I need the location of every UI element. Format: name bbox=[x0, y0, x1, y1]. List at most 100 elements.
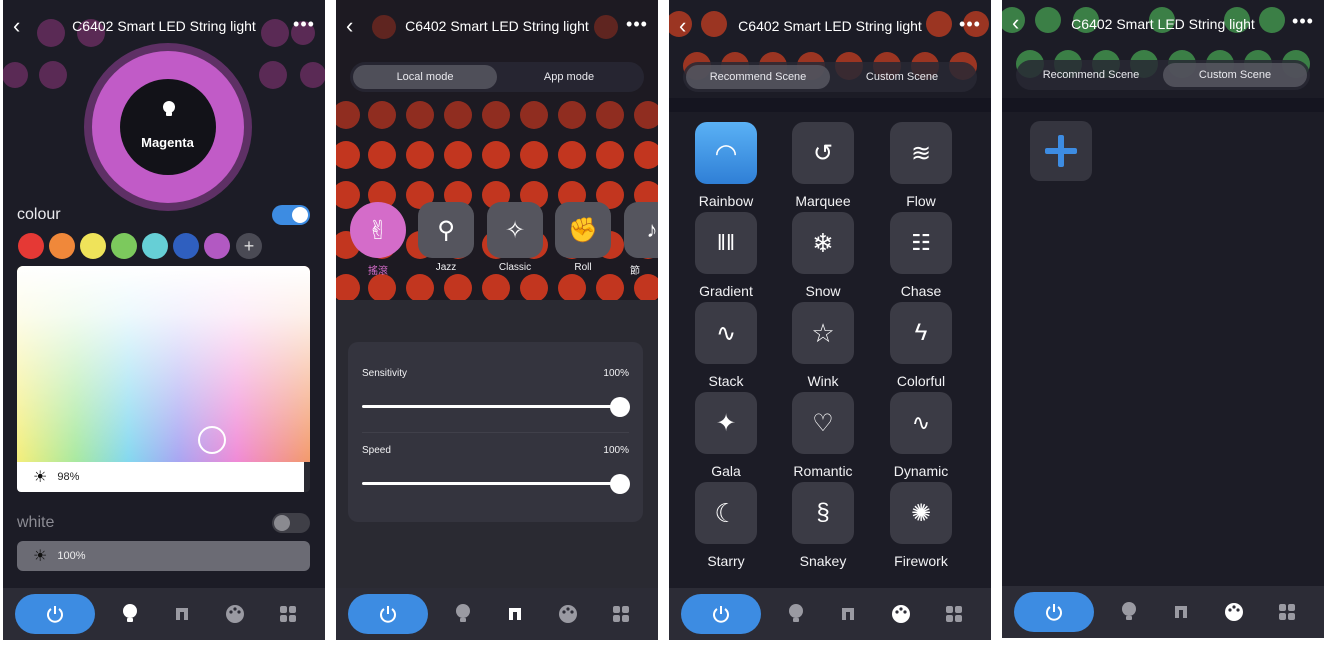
moon-stars-icon: ☾ bbox=[714, 497, 738, 528]
colour-brightness-slider[interactable]: ☀ 98% bbox=[17, 462, 304, 492]
scene-label: Romantic bbox=[793, 463, 853, 479]
bottom-tab-bar bbox=[1002, 586, 1324, 638]
genre-label: Classic bbox=[498, 262, 532, 273]
scene-label: Flow bbox=[906, 193, 936, 209]
swatch-orange[interactable] bbox=[49, 233, 75, 259]
power-button[interactable] bbox=[681, 594, 761, 634]
white-toggle[interactable] bbox=[272, 513, 310, 533]
scene-gala[interactable]: ✦ Gala bbox=[689, 392, 763, 479]
segment-recommend-scene[interactable]: Recommend Scene bbox=[686, 65, 830, 89]
marquee-icon: ↺ bbox=[812, 139, 834, 167]
jazz-dancer-icon: ⚲ bbox=[437, 216, 455, 244]
scene-stack[interactable]: ∿ Stack bbox=[689, 302, 763, 389]
gradient-icon: ‖‖ bbox=[716, 230, 736, 255]
segment-custom-scene[interactable]: Custom Scene bbox=[1163, 63, 1307, 87]
power-icon bbox=[47, 606, 63, 623]
sun-icon: ☀ bbox=[33, 548, 48, 565]
scene-label: Dynamic bbox=[893, 463, 949, 479]
scene-starry[interactable]: ☾ Starry bbox=[689, 482, 763, 569]
grid-icon[interactable] bbox=[609, 602, 633, 626]
bulb-icon[interactable] bbox=[118, 602, 142, 626]
more-icon[interactable]: ••• bbox=[626, 14, 648, 36]
music-icon[interactable] bbox=[1169, 600, 1193, 624]
genre-classic[interactable]: ✧ Classic bbox=[487, 202, 543, 273]
scene-romantic[interactable]: ♡ Romantic bbox=[786, 392, 860, 479]
segment-app-mode[interactable]: App mode bbox=[497, 65, 641, 89]
device-title: C6402 Smart LED String light bbox=[72, 18, 256, 34]
genre-label: Roll bbox=[574, 262, 592, 273]
power-button[interactable] bbox=[1014, 592, 1094, 632]
power-button[interactable] bbox=[348, 594, 428, 634]
scene-snow[interactable]: ❄ Snow bbox=[786, 212, 860, 299]
palette-icon[interactable] bbox=[889, 602, 913, 626]
segment-recommend-scene[interactable]: Recommend Scene bbox=[1019, 63, 1163, 87]
sensitivity-value: 100% bbox=[603, 368, 629, 379]
swatch-green[interactable] bbox=[111, 233, 137, 259]
color-wheel-ring[interactable]: Magenta bbox=[80, 40, 255, 215]
speed-slider-thumb[interactable] bbox=[610, 474, 630, 494]
color-picker-area[interactable] bbox=[17, 266, 310, 462]
bulb-icon[interactable] bbox=[1117, 600, 1141, 624]
scene-gradient[interactable]: ‖‖ Gradient bbox=[689, 212, 763, 299]
more-icon[interactable]: ••• bbox=[1292, 11, 1314, 33]
white-brightness-value: 100% bbox=[57, 550, 86, 562]
bulb-icon[interactable] bbox=[451, 602, 475, 626]
chase-icon: ☷ bbox=[911, 230, 931, 255]
genre-jazz[interactable]: ⚲ Jazz bbox=[418, 202, 474, 273]
bulb-icon[interactable] bbox=[784, 602, 808, 626]
sensitivity-slider-thumb[interactable] bbox=[610, 397, 630, 417]
genre-roll[interactable]: ✊ Roll bbox=[555, 202, 611, 273]
note-icon: ♪ bbox=[646, 217, 658, 242]
swatch-red[interactable] bbox=[18, 233, 44, 259]
more-icon[interactable]: ••• bbox=[959, 14, 981, 36]
add-swatch-button[interactable]: + bbox=[236, 233, 262, 259]
scene-flow[interactable]: ≋ Flow bbox=[884, 122, 958, 209]
music-icon[interactable] bbox=[170, 602, 194, 626]
scene-label: Snakey bbox=[799, 553, 847, 569]
speed-label: Speed bbox=[362, 445, 391, 456]
scene-rainbow[interactable]: ◠ Rainbow bbox=[689, 122, 763, 209]
rock-hand-icon: ✌ bbox=[367, 214, 389, 245]
power-icon bbox=[713, 606, 729, 623]
more-icon[interactable]: ••• bbox=[293, 14, 315, 36]
music-icon[interactable] bbox=[836, 602, 860, 626]
swatch-cyan[interactable] bbox=[142, 233, 168, 259]
bottom-tab-bar bbox=[336, 588, 658, 640]
screen-custom-scene: ‹ C6402 Smart LED String light ••• Recom… bbox=[1002, 0, 1324, 646]
swatch-yellow[interactable] bbox=[80, 233, 106, 259]
scene-segmented-control: Recommend Scene Custom Scene bbox=[683, 62, 977, 92]
grid-icon[interactable] bbox=[276, 602, 300, 626]
speed-slider[interactable] bbox=[362, 482, 620, 485]
colour-toggle[interactable] bbox=[272, 205, 310, 225]
power-button[interactable] bbox=[15, 594, 95, 634]
scene-wink[interactable]: ☆ Wink bbox=[786, 302, 860, 389]
ballet-dancer-icon: ✧ bbox=[504, 216, 526, 244]
palette-icon[interactable] bbox=[1222, 600, 1246, 624]
picker-handle[interactable] bbox=[198, 426, 226, 454]
sensitivity-slider[interactable] bbox=[362, 405, 620, 408]
palette-icon[interactable] bbox=[223, 602, 247, 626]
genre-more[interactable]: ♪ 節 bbox=[624, 202, 658, 277]
palette-icon[interactable] bbox=[556, 602, 580, 626]
swatch-purple[interactable] bbox=[204, 233, 230, 259]
screen-music: ‹ C6402 Smart LED String light ••• Local… bbox=[336, 0, 658, 646]
scene-dynamic[interactable]: ∿ Dynamic bbox=[884, 392, 958, 479]
scene-snakey[interactable]: § Snakey bbox=[786, 482, 860, 569]
grid-icon[interactable] bbox=[942, 602, 966, 626]
segment-local-mode[interactable]: Local mode bbox=[353, 65, 497, 89]
genre-rock[interactable]: ✌ 搖滾 bbox=[350, 202, 406, 277]
power-icon bbox=[1046, 604, 1062, 621]
scene-label: Chase bbox=[900, 283, 942, 299]
music-icon[interactable] bbox=[503, 602, 527, 626]
scene-colorful[interactable]: ϟ Colorful bbox=[884, 302, 958, 389]
scene-chase[interactable]: ☷ Chase bbox=[884, 212, 958, 299]
scene-label: Gradient bbox=[699, 283, 753, 299]
scene-firework[interactable]: ✺ Firework bbox=[884, 482, 958, 569]
add-custom-scene-button[interactable] bbox=[1030, 121, 1092, 181]
segment-custom-scene[interactable]: Custom Scene bbox=[830, 65, 974, 89]
colour-label: colour bbox=[17, 206, 61, 223]
scene-marquee[interactable]: ↺ Marquee bbox=[786, 122, 860, 209]
swatch-blue[interactable] bbox=[173, 233, 199, 259]
grid-icon[interactable] bbox=[1275, 600, 1299, 624]
white-brightness-slider[interactable]: ☀ 100% bbox=[17, 541, 310, 571]
